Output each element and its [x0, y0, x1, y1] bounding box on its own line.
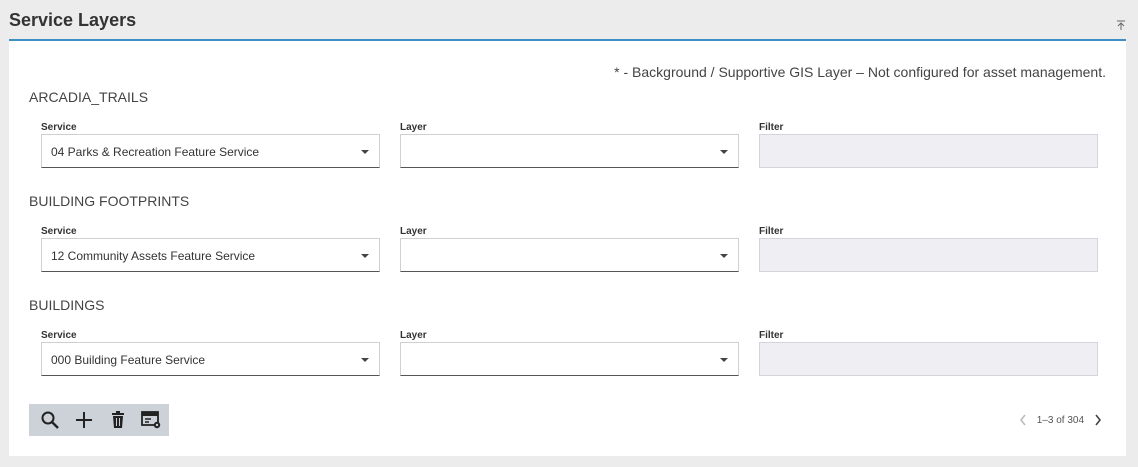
action-toolbar — [29, 404, 169, 436]
collapse-up-icon[interactable] — [1115, 18, 1127, 30]
chevron-down-icon — [361, 358, 369, 362]
next-page-button[interactable] — [1090, 412, 1106, 428]
layer-title: BUILDING FOOTPRINTS — [29, 193, 190, 209]
layer-group: ARCADIA_TRAILS Service Layer Filter 04 P… — [9, 89, 1126, 193]
chevron-down-icon — [720, 254, 728, 258]
pagination-text: 1–3 of 304 — [1036, 414, 1084, 426]
service-label: Service — [41, 226, 77, 237]
service-select-value: 04 Parks & Recreation Feature Service — [51, 145, 260, 159]
service-select[interactable]: 000 Building Feature Service — [41, 342, 380, 376]
filter-field[interactable] — [759, 238, 1098, 272]
layer-title: ARCADIA_TRAILS — [29, 89, 149, 105]
service-select-value: 12 Community Assets Feature Service — [51, 249, 256, 263]
layer-group: BUILDING FOOTPRINTS Service Layer Filter… — [9, 193, 1126, 297]
filter-field[interactable] — [759, 134, 1098, 168]
layer-label: Layer — [400, 226, 427, 237]
service-label: Service — [41, 122, 77, 133]
service-label: Service — [41, 330, 77, 341]
layer-title: BUILDINGS — [29, 297, 105, 313]
layer-group: BUILDINGS Service Layer Filter 000 Build… — [9, 297, 1126, 401]
chevron-down-icon — [720, 358, 728, 362]
delete-button[interactable] — [101, 404, 135, 436]
layer-label: Layer — [400, 330, 427, 341]
layer-select[interactable] — [400, 342, 739, 376]
configure-service-button[interactable] — [135, 404, 169, 436]
layer-select[interactable] — [400, 134, 739, 168]
filter-label: Filter — [759, 226, 784, 237]
legend-note: * - Background / Supportive GIS Layer – … — [614, 64, 1106, 80]
previous-page-button[interactable] — [1015, 412, 1031, 428]
chevron-right-icon — [1095, 414, 1102, 426]
add-button[interactable] — [67, 404, 101, 436]
filter-field[interactable] — [759, 342, 1098, 376]
service-select[interactable]: 12 Community Assets Feature Service — [41, 238, 380, 272]
service-select-value: 000 Building Feature Service — [51, 353, 206, 367]
add-icon — [76, 412, 92, 428]
page-title: Service Layers — [9, 10, 137, 30]
section-header: Service Layers — [0, 0, 1138, 42]
pagination: 1–3 of 304 — [1015, 412, 1106, 428]
delete-icon — [112, 411, 124, 428]
chevron-down-icon — [720, 150, 728, 154]
search-button[interactable] — [33, 404, 67, 436]
configure-service-icon — [141, 411, 161, 429]
filter-label: Filter — [759, 122, 784, 133]
service-layers-panel: * - Background / Supportive GIS Layer – … — [9, 41, 1126, 456]
chevron-left-icon — [1019, 414, 1026, 426]
filter-label: Filter — [759, 330, 784, 341]
service-select[interactable]: 04 Parks & Recreation Feature Service — [41, 134, 380, 168]
chevron-down-icon — [361, 254, 369, 258]
layer-label: Layer — [400, 122, 427, 133]
layer-select[interactable] — [400, 238, 739, 272]
search-icon — [41, 411, 59, 429]
chevron-down-icon — [361, 150, 369, 154]
